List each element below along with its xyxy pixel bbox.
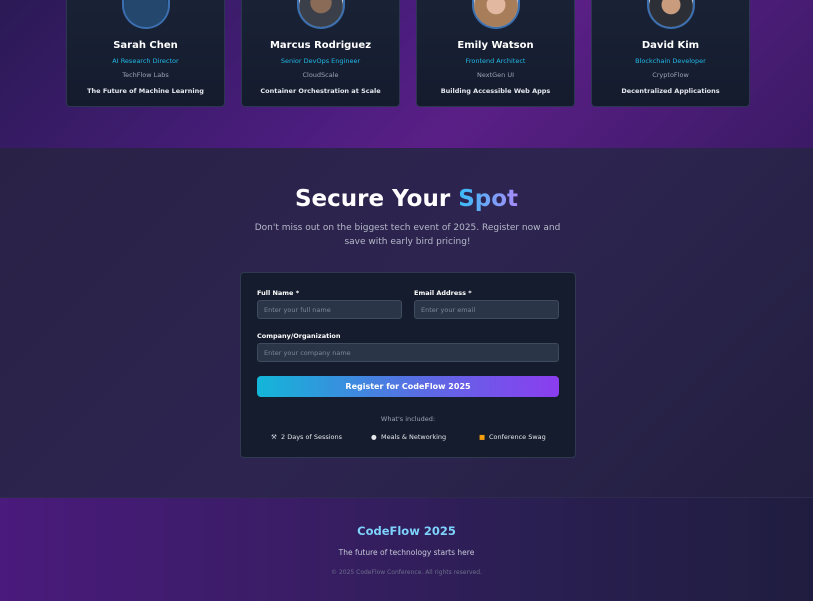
speaker-role: Frontend Architect [465,57,526,65]
perk-swag: ■ Conference Swag [479,433,546,441]
footer: CodeFlow 2025 The future of technology s… [0,498,813,604]
speaker-name: Sarah Chen [113,40,178,51]
perk-meals: ● Meals & Networking [371,433,446,441]
speaker-name: David Kim [641,40,700,51]
section-title: Secure Your Spot [0,186,813,212]
speaker-role: Blockchain Developer [635,57,706,65]
email-input[interactable] [414,300,559,319]
perk-sessions: ⚒ 2 Days of Sessions [271,433,342,441]
speaker-talk: The Future of Machine Learning [87,87,204,95]
company-input[interactable] [257,343,559,362]
full-name-input[interactable] [257,300,402,319]
speaker-talk: Building Accessible Web Apps [440,87,551,95]
speaker-talk: Decentralized Applications [621,87,720,95]
speaker-talk: Container Orchestration at Scale [260,87,381,95]
speakers-section: Sarah Chen AI Research Director TechFlow… [0,0,813,148]
hammer-icon: ⚒ [271,433,277,441]
speaker-avatar [646,0,695,29]
registration-form: Full Name * Email Address * Company/Orga… [240,272,576,458]
registration-section: Secure Your Spot Don't miss out on the b… [0,148,813,498]
footer-brand: CodeFlow 2025 [357,524,456,538]
perk-label: Conference Swag [489,433,546,441]
email-label: Email Address * [414,289,472,297]
footer-copyright: © 2025 CodeFlow Conference. All rights r… [331,569,482,576]
footer-tagline: The future of technology starts here [338,548,475,557]
speaker-role: Senior DevOps Engineer [280,57,361,65]
perk-label: Meals & Networking [381,433,447,441]
speaker-card[interactable]: Emily Watson Frontend Architect NextGen … [416,0,575,107]
section-subtitle: Don't miss out on the biggest tech event… [254,223,561,247]
company-label: Company/Organization [257,332,341,340]
plate-icon: ● [371,433,377,441]
speaker-company: CryptoFlow [652,71,689,79]
speaker-name: Emily Watson [457,40,534,51]
included-title: What's included: [380,415,436,423]
speaker-name: Marcus Rodriguez [269,40,372,51]
speaker-card[interactable]: Sarah Chen AI Research Director TechFlow… [66,0,225,107]
perk-label: 2 Days of Sessions [281,433,343,441]
section-title-accent: Spot [458,186,519,212]
speaker-company: NextGen UI [476,71,515,79]
speaker-avatar [121,0,170,29]
full-name-label: Full Name * [257,289,300,297]
speaker-company: CloudScale [302,71,339,79]
speaker-avatar [296,0,345,29]
speaker-card[interactable]: David Kim Blockchain Developer CryptoFlo… [591,0,750,107]
speaker-company: TechFlow Labs [122,71,169,79]
speaker-avatar [471,0,520,29]
speaker-role: AI Research Director [112,57,179,65]
section-title-main: Secure Your [294,186,459,212]
speaker-card[interactable]: Marcus Rodriguez Senior DevOps Engineer … [241,0,400,107]
gift-icon: ■ [479,433,486,441]
register-button[interactable]: Register for CodeFlow 2025 [257,376,559,397]
